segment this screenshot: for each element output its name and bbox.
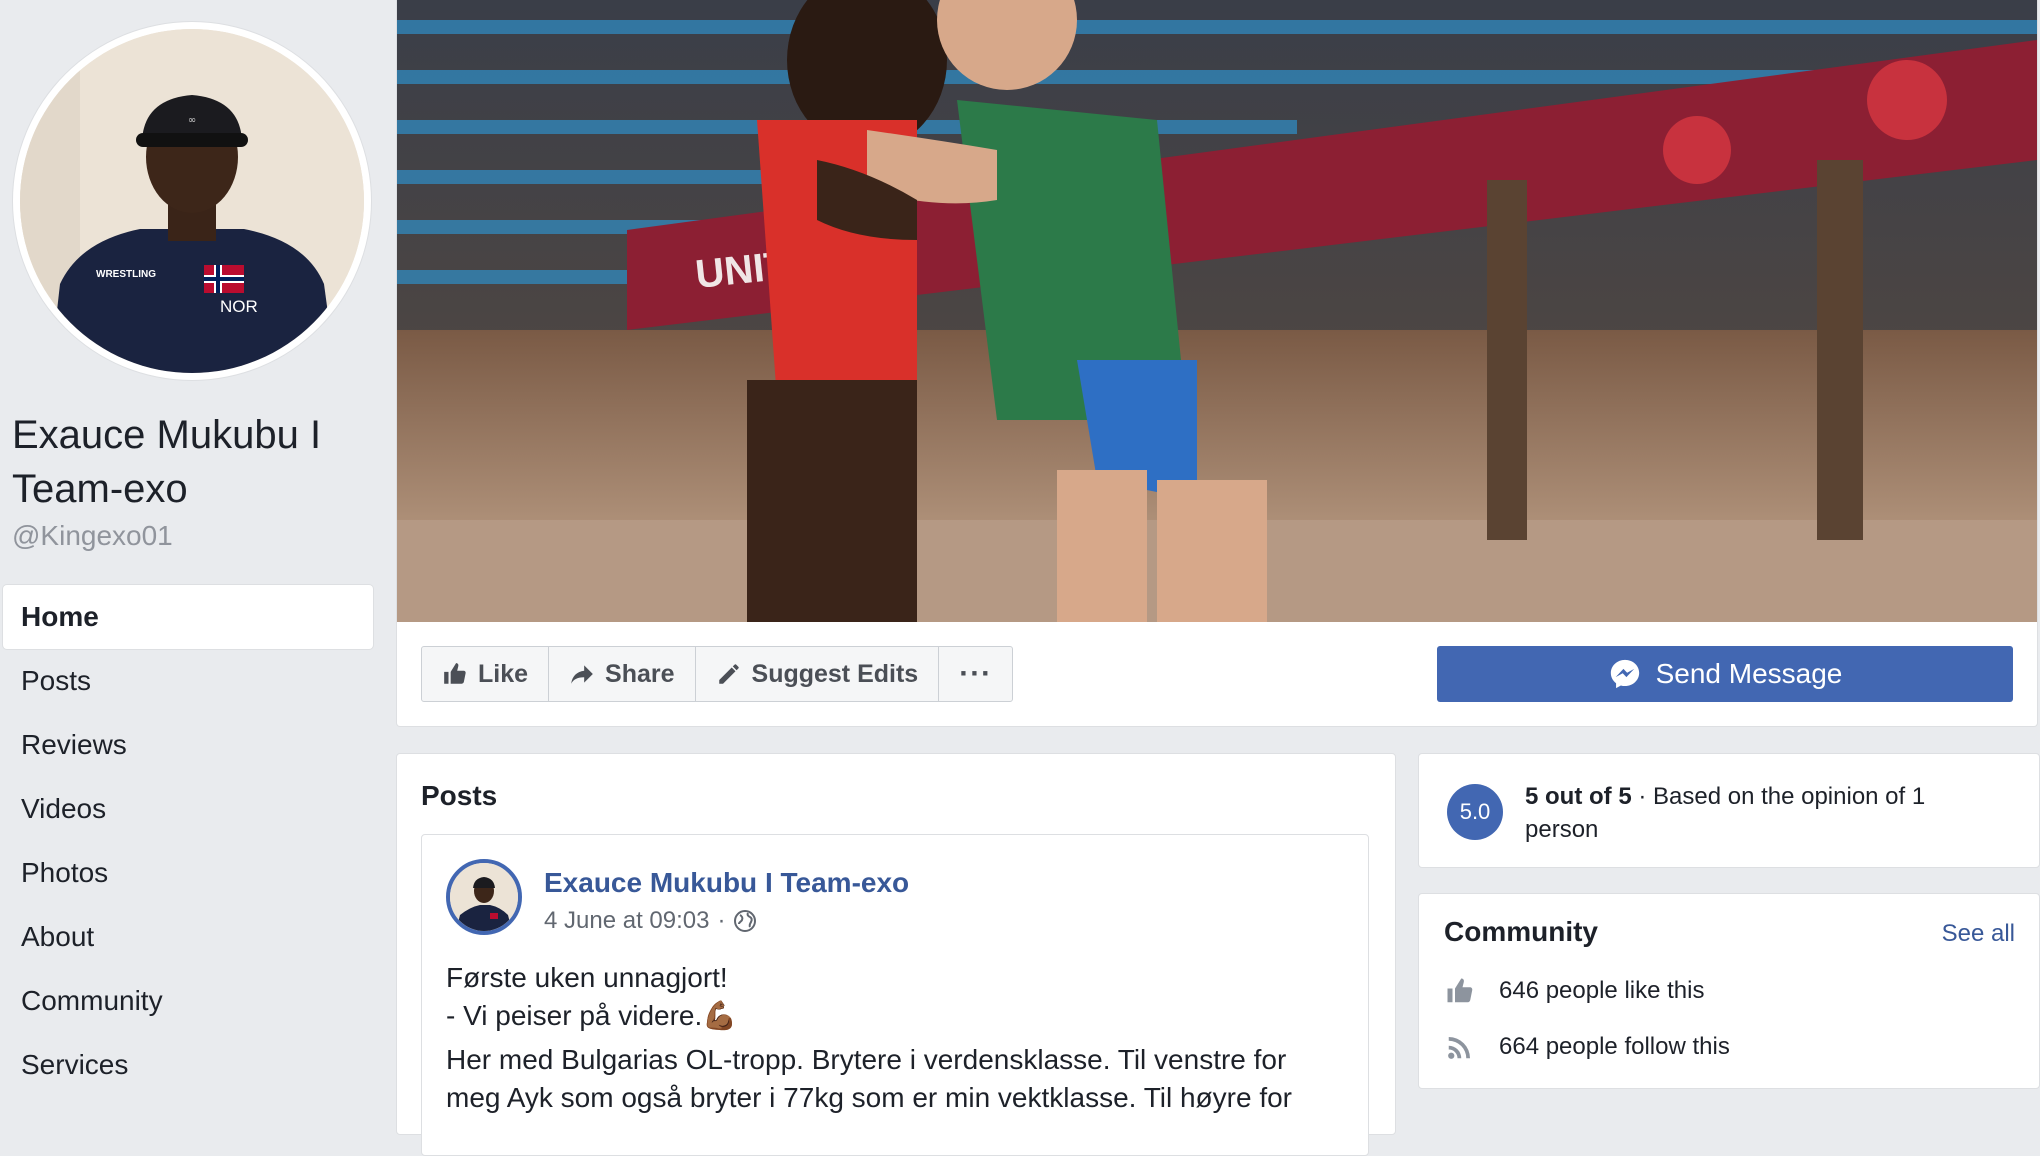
globe-icon[interactable] xyxy=(733,909,757,933)
page-name[interactable]: Exauce Mukubu I Team-exo xyxy=(12,408,382,516)
avatar-shirt-text: WRESTLING xyxy=(96,269,156,280)
suggest-edits-label: Suggest Edits xyxy=(751,659,919,688)
page-action-buttons: Like Share Suggest Edits ··· xyxy=(421,646,1014,702)
nav-item-videos[interactable]: Videos xyxy=(3,777,373,841)
share-label: Share xyxy=(605,659,675,688)
nav-item-services[interactable]: Services xyxy=(3,1033,373,1097)
post-line-2: - Vi peiser på videre.💪🏾 xyxy=(446,1000,738,1031)
pencil-icon xyxy=(718,664,739,684)
post-meta: 4 June at 09:03 · xyxy=(544,907,757,935)
nav-item-posts[interactable]: Posts xyxy=(3,649,373,713)
more-options-button[interactable]: ··· xyxy=(939,647,1012,701)
nav-item-home[interactable]: Home xyxy=(3,585,373,649)
more-options-icon: ··· xyxy=(959,657,993,690)
rss-follow-icon xyxy=(1448,1037,1470,1059)
rating-badge: 5.0 xyxy=(1447,784,1503,840)
nav-item-about[interactable]: About xyxy=(3,905,373,969)
nav-item-photos[interactable]: Photos xyxy=(3,841,373,905)
follows-count-text: 664 people follow this xyxy=(1499,1033,1730,1060)
like-label: Like xyxy=(478,659,529,688)
rating-score: 5 out of 5 xyxy=(1525,783,1632,810)
share-arrow-icon xyxy=(571,665,593,684)
rating-summary[interactable]: 5 out of 5 · Based on the opinion of 1 p… xyxy=(1525,780,2005,846)
avatar-nor-text: NOR xyxy=(220,297,258,316)
page-handle[interactable]: @Kingexo01 xyxy=(12,520,173,552)
svg-text:∞: ∞ xyxy=(188,115,196,126)
posts-card: Posts Exauce Mukubu I Team-exo 4 June at… xyxy=(396,753,1396,1156)
like-button[interactable]: Like xyxy=(422,647,550,701)
left-sidebar: ∞ NOR WRESTLING Exauce Mukubu I Team-exo… xyxy=(0,0,396,1112)
community-card: Community See all 646 people like this 6… xyxy=(1418,893,2040,1089)
suggest-edits-button[interactable]: Suggest Edits xyxy=(696,647,940,701)
cover-photo[interactable]: UNITED W xyxy=(397,0,2037,622)
send-message-label: Send Message xyxy=(1655,658,1843,689)
post-body: Første uken unnagjort! - Vi peiser på vi… xyxy=(446,959,1346,1117)
likes-stat: 646 people like this xyxy=(1445,976,1704,1006)
rating-card: 5.0 5 out of 5 · Based on the opinion of… xyxy=(1418,753,2040,868)
profile-photo: ∞ NOR WRESTLING xyxy=(20,29,364,373)
nav-item-community[interactable]: Community xyxy=(3,969,373,1033)
share-button[interactable]: Share xyxy=(549,647,696,701)
nav-item-reviews[interactable]: Reviews xyxy=(3,713,373,777)
follows-stat: 664 people follow this xyxy=(1445,1032,1730,1062)
send-message-button[interactable]: Send Message xyxy=(1437,646,2013,702)
post-line-1: Første uken unnagjort! xyxy=(446,962,728,993)
post-line-3: Her med Bulgarias OL-tropp. Brytere i ve… xyxy=(446,1044,1293,1113)
post-author-link[interactable]: Exauce Mukubu I Team-exo xyxy=(544,867,909,899)
post-author-avatar[interactable] xyxy=(446,859,522,935)
thumbs-up-icon xyxy=(1447,978,1473,1003)
thumbs-up-icon xyxy=(444,663,466,684)
likes-count-text: 646 people like this xyxy=(1499,977,1705,1004)
see-all-link[interactable]: See all xyxy=(1942,920,2015,948)
post-timestamp[interactable]: 4 June at 09:03 xyxy=(544,907,709,935)
cover-card: UNITED W Like xyxy=(396,0,2038,727)
community-title: Community xyxy=(1444,916,1598,947)
posts-title: Posts xyxy=(421,780,498,811)
meta-separator: · xyxy=(717,907,726,934)
messenger-icon xyxy=(1610,659,1639,689)
post-item: Exauce Mukubu I Team-exo 4 June at 09:03… xyxy=(421,834,1369,1156)
page-nav: Home Posts Reviews Videos Photos About C… xyxy=(3,585,373,1097)
profile-picture[interactable]: ∞ NOR WRESTLING xyxy=(13,22,371,380)
